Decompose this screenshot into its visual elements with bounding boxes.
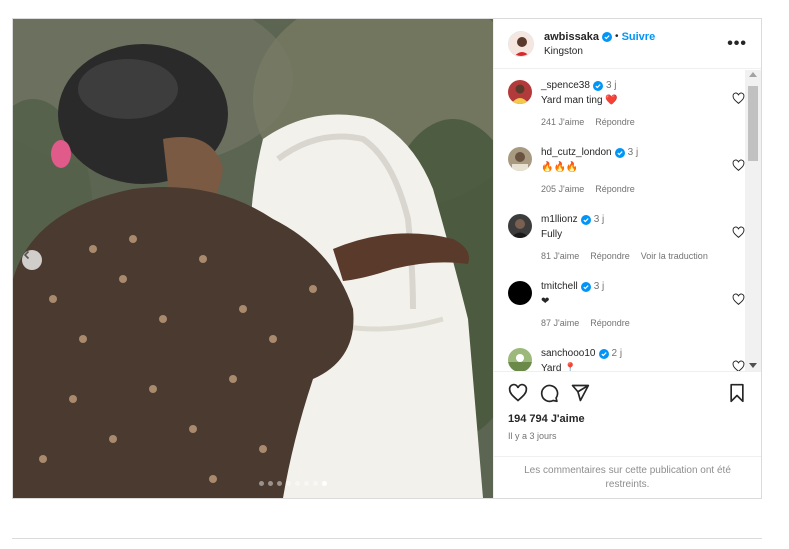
comment-username[interactable]: hd_cutz_london [541, 147, 612, 158]
post-date[interactable]: Il y a 3 jours [508, 431, 747, 441]
heart-icon[interactable] [732, 159, 745, 172]
comment-icon[interactable] [539, 383, 559, 403]
verified-badge-icon [580, 214, 591, 225]
heart-icon[interactable] [732, 360, 745, 371]
verified-badge-icon [598, 348, 609, 359]
post-actions: 194 794 J'aime Il y a 3 jours [494, 371, 761, 457]
comment-item: _spence38 3 j Yard man ting ❤️ 241 J'aim… [494, 70, 745, 137]
comment-item: hd_cutz_london 3 j 🔥🔥🔥 205 J'aime Répond… [494, 137, 745, 204]
post-header: awbissaka • Suivre Kingston ••• [494, 19, 761, 69]
author-username[interactable]: awbissaka [544, 31, 599, 43]
comment-likes[interactable]: 241 J'aime [541, 117, 584, 127]
heart-icon[interactable] [732, 293, 745, 306]
comment-username[interactable]: m1llionz [541, 214, 578, 225]
verified-badge-icon [614, 147, 625, 158]
comment-text: ❤ [541, 296, 550, 307]
avatar-image [509, 31, 533, 56]
author-avatar[interactable] [508, 30, 534, 57]
bookmark-icon[interactable] [727, 383, 747, 403]
commenter-avatar[interactable] [508, 147, 532, 171]
comment-text: 🔥🔥🔥 [541, 162, 579, 173]
commenter-avatar[interactable] [508, 281, 532, 305]
carousel-dot [286, 481, 291, 486]
comments-restricted-notice: Les commentaires sur cette publication o… [494, 456, 761, 498]
carousel-dot-active [322, 481, 327, 486]
post-location[interactable]: Kingston [544, 46, 727, 57]
comment-likes[interactable]: 81 J'aime [541, 251, 579, 261]
comment-text: Yard 📍 [541, 363, 577, 371]
reply-button[interactable]: Répondre [590, 318, 630, 328]
chevron-left-icon [23, 250, 30, 260]
heart-icon[interactable] [732, 92, 745, 105]
commenter-avatar[interactable] [508, 214, 532, 238]
carousel-indicator [13, 481, 493, 486]
heart-icon[interactable] [508, 383, 528, 403]
comment-likes[interactable]: 205 J'aime [541, 184, 584, 194]
comment-username[interactable]: _spence38 [541, 80, 590, 91]
comment-time: 2 j [611, 348, 623, 359]
verified-badge-icon [580, 281, 591, 292]
comment-text: Yard man ting ❤️ [541, 95, 618, 106]
carousel-dot [304, 481, 309, 486]
see-translation-button[interactable]: Voir la traduction [641, 251, 708, 261]
scroll-down-arrow-icon[interactable] [749, 363, 757, 368]
comment-text: Fully [541, 229, 563, 240]
comment-likes[interactable]: 87 J'aime [541, 318, 579, 328]
reply-button[interactable]: Répondre [595, 184, 635, 194]
header-separator: • [615, 31, 619, 42]
post-side-panel: awbissaka • Suivre Kingston ••• _spence3… [493, 19, 761, 498]
page-divider [12, 538, 762, 539]
carousel-dot [313, 481, 318, 486]
more-options-icon[interactable]: ••• [727, 35, 747, 51]
carousel-dot [295, 481, 300, 486]
comment-time: 3 j [593, 281, 605, 292]
paper-plane-icon[interactable] [570, 383, 590, 403]
reply-button[interactable]: Répondre [595, 117, 635, 127]
carousel-prev-button[interactable] [22, 250, 42, 270]
heart-icon[interactable] [732, 226, 745, 239]
verified-badge-icon [592, 80, 603, 91]
commenter-avatar[interactable] [508, 80, 532, 104]
comment-time: 3 j [605, 80, 617, 91]
carousel-dot [268, 481, 273, 486]
carousel-dot [259, 481, 264, 486]
reply-button[interactable]: Répondre [590, 251, 630, 261]
comment-username[interactable]: sanchooo10 [541, 348, 596, 359]
comment-username[interactable]: tmitchell [541, 281, 578, 292]
comment-item: sanchooo10 2 j Yard 📍 [494, 338, 745, 371]
post-photo[interactable] [13, 19, 493, 498]
commenter-avatar[interactable] [508, 348, 532, 371]
verified-badge-icon [602, 31, 613, 42]
likes-count[interactable]: 194 794 J'aime [508, 413, 747, 425]
comment-item: m1llionz 3 j Fully 81 J'aime Répondre Vo… [494, 204, 745, 271]
scrollbar-thumb[interactable] [748, 86, 758, 161]
scroll-up-arrow-icon[interactable] [749, 72, 757, 77]
follow-button[interactable]: Suivre [622, 31, 656, 43]
carousel-dot [277, 481, 282, 486]
photo-illustration [13, 19, 493, 498]
comments-scrollbar[interactable] [745, 70, 761, 371]
comment-item: tmitchell 3 j ❤ 87 J'aime Répondre [494, 271, 745, 338]
comment-time: 3 j [593, 214, 605, 225]
post-card: awbissaka • Suivre Kingston ••• _spence3… [12, 18, 762, 499]
comments-list: _spence38 3 j Yard man ting ❤️ 241 J'aim… [494, 70, 745, 371]
comment-time: 3 j [627, 147, 639, 158]
